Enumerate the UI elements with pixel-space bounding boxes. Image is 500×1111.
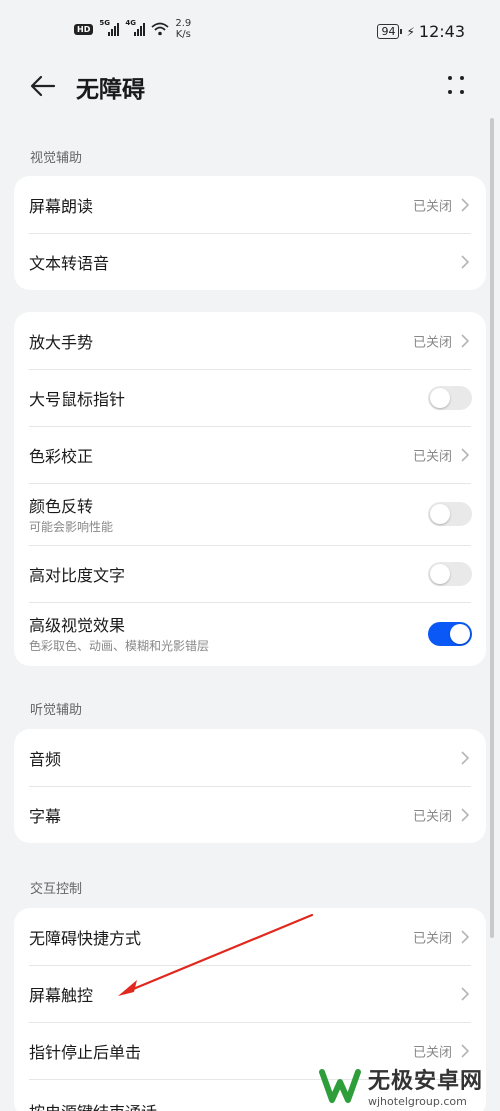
list-item-accessibility-shortcut[interactable]: 无障碍快捷方式 已关闭	[14, 908, 486, 965]
item-status: 已关闭	[412, 1045, 452, 1060]
color-inversion-toggle[interactable]	[428, 502, 472, 526]
chevron-right-icon	[461, 807, 470, 822]
signal-icon: 5G	[99, 19, 120, 36]
list-item-large-pointer[interactable]: 大号鼠标指针	[14, 369, 486, 426]
list-item-text-to-speech[interactable]: 文本转语音	[14, 233, 486, 290]
list-item-color-inversion[interactable]: 颜色反转 可能会影响性能	[14, 483, 486, 545]
wifi-icon	[151, 22, 169, 36]
chevron-right-icon	[461, 333, 470, 348]
item-label: 色彩校正	[29, 446, 94, 466]
item-description: 可能会影响性能	[29, 520, 114, 534]
app-bar: 无障碍	[0, 64, 500, 108]
list-item-advanced-visual-effects[interactable]: 高级视觉效果 色彩取色、动画、模糊和光影错层	[14, 602, 486, 666]
item-label: 字幕	[29, 806, 62, 826]
high-contrast-toggle[interactable]	[428, 561, 472, 586]
item-label: 按电源键结束通话	[29, 1099, 157, 1111]
list-item-subtitles[interactable]: 字幕 已关闭	[14, 786, 486, 843]
item-label: 屏幕朗读	[29, 196, 94, 216]
item-status: 已关闭	[412, 449, 452, 464]
chevron-right-icon	[461, 254, 470, 269]
card-vision-display: 放大手势 已关闭 大号鼠标指针 色彩校正 已关闭 颜色反转 可能会影响性能 高对…	[14, 312, 486, 666]
chevron-right-icon	[461, 197, 470, 212]
charging-icon: ⚡	[406, 24, 415, 39]
watermark-logo: 无极安卓网 wjhotelgroup.com	[318, 1060, 500, 1111]
network-speed: 2.9 K/s	[175, 18, 192, 40]
item-label: 高对比度文字	[29, 565, 126, 585]
item-label: 指针停止后单击	[29, 1042, 142, 1062]
page-title: 无障碍	[76, 77, 145, 103]
clock: 12:43	[418, 22, 465, 41]
watermark-url: wjhotelgroup.com	[368, 1095, 467, 1108]
scrollbar[interactable]	[490, 118, 494, 938]
back-arrow-icon[interactable]	[30, 74, 56, 98]
item-label: 颜色反转	[29, 497, 94, 516]
advanced-visual-effects-toggle[interactable]	[428, 622, 472, 646]
battery-icon: 94	[377, 24, 403, 39]
list-item-screen-reader[interactable]: 屏幕朗读 已关闭	[14, 176, 486, 233]
chevron-right-icon	[461, 929, 470, 944]
status-bar: HD 5G 4G 2.9 K/s 94 ⚡ 12:43	[0, 0, 500, 64]
section-title-hearing: 听觉辅助	[30, 703, 83, 718]
item-label: 文本转语音	[29, 253, 110, 273]
item-description: 色彩取色、动画、模糊和光影错层	[29, 639, 210, 653]
item-status: 已关闭	[412, 809, 452, 824]
chevron-right-icon	[461, 447, 470, 462]
item-status: 已关闭	[412, 199, 452, 214]
chevron-right-icon	[461, 986, 470, 1001]
watermark-title: 无极安卓网	[368, 1069, 484, 1094]
chevron-right-icon	[461, 750, 470, 765]
item-label: 屏幕触控	[29, 985, 94, 1005]
logo-icon	[319, 1068, 361, 1103]
item-label: 音频	[29, 749, 62, 769]
item-label: 无障碍快捷方式	[29, 928, 142, 948]
card-hearing: 音频 字幕 已关闭	[14, 729, 486, 843]
card-vision-reading: 屏幕朗读 已关闭 文本转语音	[14, 176, 486, 290]
chevron-right-icon	[461, 1043, 470, 1058]
list-item-color-correction[interactable]: 色彩校正 已关闭	[14, 426, 486, 483]
list-item-screen-touch[interactable]: 屏幕触控	[14, 965, 486, 1022]
list-item-magnification[interactable]: 放大手势 已关闭	[14, 312, 486, 369]
signal-icon: 4G	[125, 19, 146, 36]
list-item-audio[interactable]: 音频	[14, 729, 486, 786]
item-status: 已关闭	[412, 335, 452, 350]
section-title-interaction: 交互控制	[30, 882, 83, 897]
section-title-vision: 视觉辅助	[30, 151, 83, 166]
list-item-high-contrast-text[interactable]: 高对比度文字	[14, 545, 486, 602]
item-label: 大号鼠标指针	[29, 389, 126, 409]
item-label: 放大手势	[29, 332, 94, 352]
item-status: 已关闭	[412, 931, 452, 946]
large-pointer-toggle[interactable]	[428, 385, 472, 410]
item-label: 高级视觉效果	[29, 616, 126, 635]
more-options-icon[interactable]	[448, 74, 468, 96]
hd-badge: HD	[74, 23, 94, 35]
